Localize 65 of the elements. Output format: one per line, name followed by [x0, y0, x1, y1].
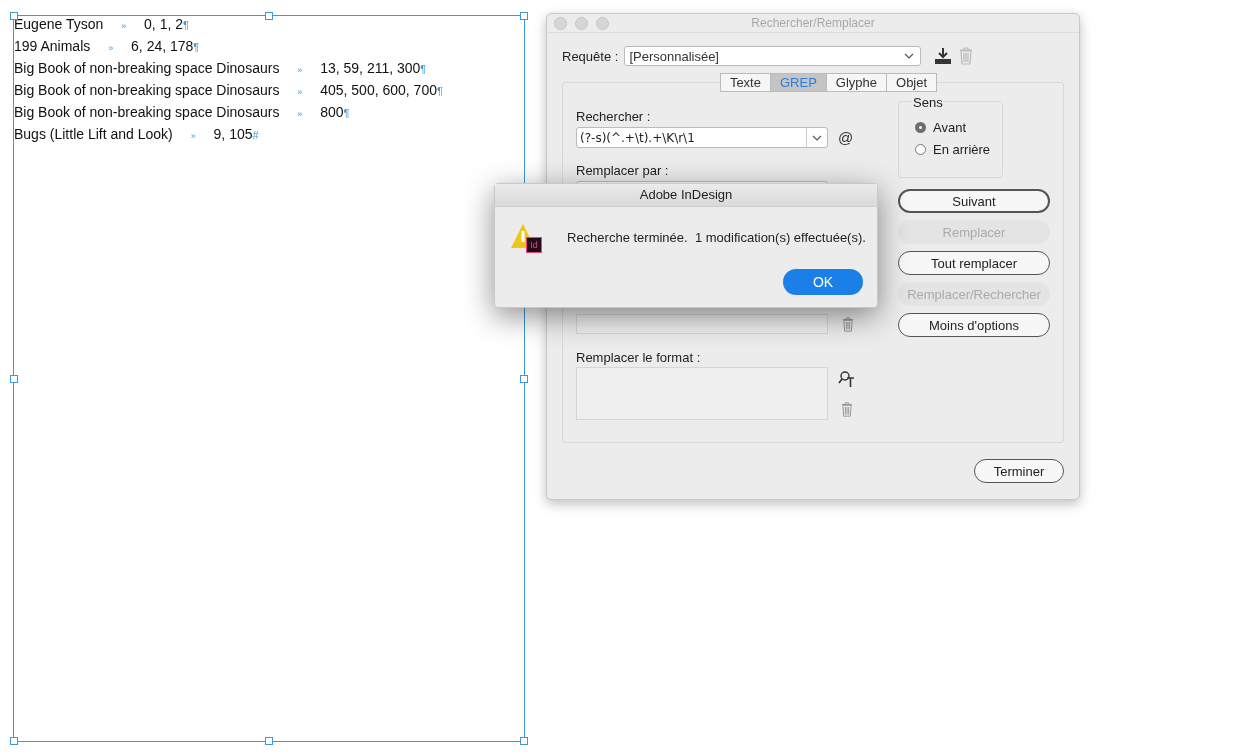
frame-handle[interactable]	[10, 374, 18, 383]
replace-label: Remplacer par :	[576, 163, 670, 178]
paragraph-marker: #	[252, 129, 259, 141]
page-numbers: 13, 59, 211, 300	[320, 60, 421, 76]
paragraph-marker: ¶	[343, 107, 350, 119]
direction-label: Sens	[912, 95, 944, 110]
frame-handle[interactable]	[265, 737, 273, 745]
tab[interactable]: Objet	[886, 73, 938, 92]
tab[interactable]: Texte	[719, 73, 771, 92]
chevron-icon	[812, 134, 822, 141]
tab-marker: »	[297, 87, 303, 97]
tab-marker: »	[297, 109, 303, 119]
alert-title: Adobe InDesign	[495, 184, 877, 207]
radio-label: Avant	[933, 120, 966, 135]
radio-label: En arrière	[933, 142, 991, 157]
alert-message: Recherche terminée. 1 modification(s) effectuée(s).	[567, 229, 866, 245]
trash-icon[interactable]	[842, 316, 854, 332]
book-title: 199 Animals	[14, 38, 91, 54]
action-button[interactable]: Tout remplacer	[898, 251, 1050, 275]
find-label: Rechercher :	[576, 109, 652, 124]
tab-marker: »	[190, 131, 196, 141]
tab-marker: »	[121, 21, 127, 31]
frame-handle[interactable]	[520, 12, 528, 20]
book-title: Bugs (Little Lift and Look)	[14, 126, 173, 142]
action-button[interactable]: Moins d'options	[898, 313, 1050, 337]
radio-button[interactable]	[915, 144, 926, 155]
paragraph-marker: ¶	[193, 41, 200, 53]
find-field[interactable]: (?-s)(^.+\t).+\K\r\1	[576, 127, 828, 148]
save-query-icon[interactable]	[933, 47, 954, 65]
done-button[interactable]: Terminer	[974, 459, 1064, 483]
chevron-icon	[904, 53, 915, 59]
book-title: Big Book of non-breaking space Dinosaurs	[14, 104, 280, 120]
frame-handle[interactable]	[265, 12, 273, 20]
book-title: Big Book of non-breaking space Dinosaurs	[14, 82, 280, 98]
paragraph-marker: ¶	[420, 63, 427, 75]
special-characters-button[interactable]: @	[838, 129, 854, 146]
paragraph-marker: ¶	[436, 85, 443, 97]
tab[interactable]: Glyphe	[825, 73, 887, 92]
frame-handle[interactable]	[520, 737, 528, 745]
query-dropdown[interactable]: [Personnalisée]	[624, 46, 922, 66]
radio-button[interactable]	[915, 122, 926, 133]
app-badge: Id	[526, 237, 542, 253]
format-search-icon[interactable]	[838, 370, 856, 388]
page-numbers: 9, 105	[213, 126, 253, 142]
trash-icon[interactable]	[841, 402, 853, 417]
page-numbers: 405, 500, 600, 700	[320, 82, 437, 98]
tab-marker: »	[108, 43, 114, 53]
trash-icon[interactable]	[959, 47, 974, 65]
action-button[interactable]: Suivant	[898, 189, 1050, 213]
tab-marker: »	[297, 65, 303, 75]
page-numbers: 800	[320, 104, 344, 120]
find-format-box[interactable]	[576, 314, 828, 334]
query-label: Requête :	[562, 48, 619, 64]
window-title: Rechercher/Remplacer	[751, 16, 875, 30]
paragraph-marker: ¶	[183, 19, 189, 31]
book-title: Big Book of non-breaking space Dinosaurs	[14, 60, 280, 76]
book-title: Eugene Tyson	[14, 16, 104, 32]
page-numbers: 0, 1, 2	[144, 16, 183, 32]
text-frame[interactable]	[13, 15, 525, 742]
frame-handle[interactable]	[520, 374, 528, 383]
frame-handle[interactable]	[10, 12, 18, 20]
page-numbers: 6, 24, 178	[131, 38, 194, 54]
replace-format-label: Remplacer le format :	[576, 350, 702, 365]
frame-handle[interactable]	[10, 737, 18, 745]
ok-button[interactable]: OK	[783, 269, 863, 295]
